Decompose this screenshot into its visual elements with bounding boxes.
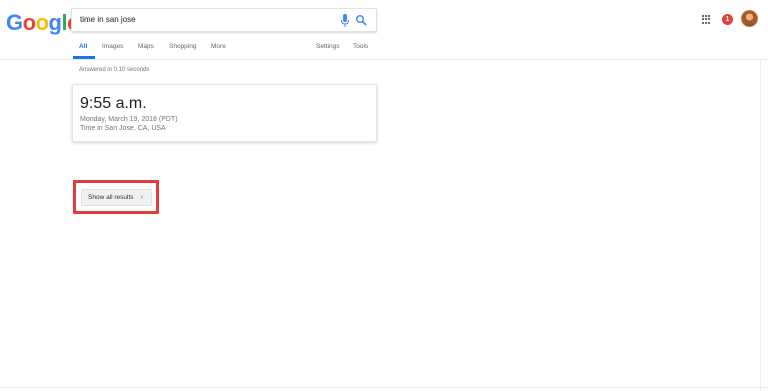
result-stats: Answered in 0.10 seconds	[79, 67, 150, 73]
time-location: Time in San Jose, CA, USA	[80, 125, 166, 132]
header: Google time in san jose 1 All Images Map…	[0, 0, 768, 60]
current-date: Monday, March 19, 2018 (PDT)	[80, 116, 178, 123]
avatar[interactable]	[741, 10, 758, 27]
logo-letter-o1: o	[22, 10, 36, 35]
tab-images[interactable]: Images	[102, 43, 123, 50]
show-all-results-label: Show all results	[88, 194, 134, 201]
current-time: 9:55 a.m.	[80, 95, 147, 112]
chevron-right-icon: ›	[140, 194, 143, 201]
mic-icon[interactable]	[340, 14, 350, 28]
logo-letter-g: G	[6, 10, 23, 35]
tab-maps[interactable]: Maps	[138, 43, 154, 50]
apps-grid-icon[interactable]	[702, 15, 711, 24]
tab-all[interactable]: All	[79, 43, 87, 50]
search-input[interactable]: time in san jose	[80, 15, 136, 24]
logo-letter-o2: o	[35, 10, 49, 35]
logo-letter-g2: g	[48, 10, 62, 35]
google-logo[interactable]: Google	[6, 10, 79, 36]
notification-badge[interactable]: 1	[722, 14, 733, 25]
time-answer-card: 9:55 a.m. Monday, March 19, 2018 (PDT) T…	[72, 84, 377, 142]
search-box[interactable]: time in san jose	[71, 8, 377, 32]
bottom-divider	[0, 387, 768, 391]
tab-settings[interactable]: Settings	[316, 43, 340, 50]
active-tab-indicator	[73, 56, 95, 59]
tab-tools[interactable]: Tools	[353, 43, 368, 50]
tab-more[interactable]: More	[211, 43, 226, 50]
tab-shopping[interactable]: Shopping	[169, 43, 196, 50]
scrollbar[interactable]	[760, 60, 768, 391]
show-all-results-button[interactable]: Show all results ›	[81, 189, 152, 206]
search-icon[interactable]	[355, 14, 367, 26]
